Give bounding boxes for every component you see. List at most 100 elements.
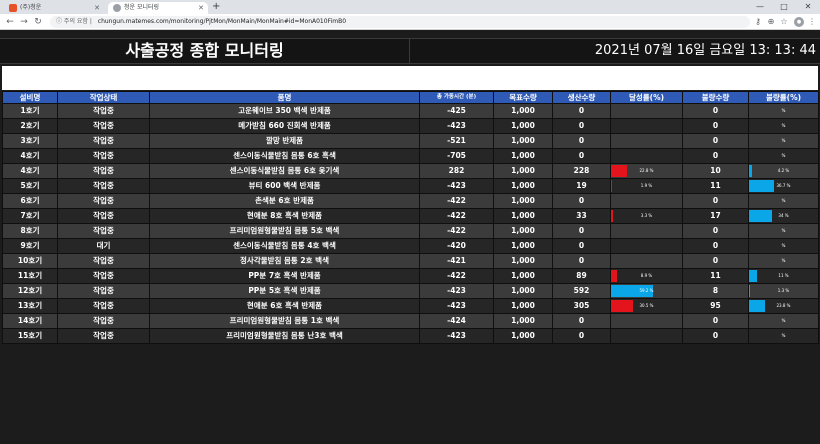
runtime-cell: -422 [419, 193, 494, 209]
product-name-cell: 프리미엄원형물받침 몸통 5호 백색 [149, 223, 420, 239]
runtime-cell: -421 [419, 253, 494, 269]
close-icon[interactable]: ✕ [94, 2, 100, 14]
product-name-cell: 메가받침 660 진회색 반제품 [149, 118, 420, 134]
achievement-rate-cell [610, 118, 683, 134]
close-window-icon[interactable]: ✕ [796, 0, 820, 14]
achievement-label: 8.9 % [640, 273, 653, 278]
defect-rate-label: 11 % [778, 273, 789, 278]
defect-rate-label: % [781, 108, 786, 113]
defect-qty-cell: 0 [682, 223, 749, 239]
profile-avatar[interactable]: ● [794, 17, 804, 27]
achievement-rate-cell [610, 238, 683, 254]
achievement-rate-cell: 59.2 % [610, 283, 683, 299]
achievement-label: 1.9 % [640, 183, 653, 188]
runtime-cell: -422 [419, 223, 494, 239]
runtime-cell: -423 [419, 118, 494, 134]
defect-qty-cell: 17 [682, 208, 749, 224]
machine-name-cell: 5호기 [2, 178, 58, 194]
runtime-cell: -423 [419, 178, 494, 194]
tab-monitoring[interactable]: 청운 모니터링 ✕ [108, 2, 208, 14]
table-row: 14호기 작업중 프리미엄원형물받침 몸통 1호 백색 -424 1,000 0 0% [2, 313, 819, 329]
defect-rate-label: % [781, 138, 786, 143]
defect-qty-cell: 10 [682, 163, 749, 179]
produced-qty-cell: 19 [552, 178, 611, 194]
table-body: 1호기 작업중 고운웨이브 350 백색 반제품 -425 1,000 0 0% 2호기 작업중… [2, 103, 819, 344]
produced-qty-cell: 0 [552, 253, 611, 269]
table-row: 12호기 작업중 PP분 5호 흑색 반제품 -423 1,000 592 59.2 % 8 1… [2, 283, 819, 299]
defect-qty-cell: 11 [682, 268, 749, 284]
machine-name-cell: 7호기 [2, 208, 58, 224]
status-cell: 작업중 [57, 313, 150, 329]
forward-icon[interactable]: → [18, 15, 30, 29]
table-header-row: 설비명 작업상태 품명 총 가동시간 (분) 목표수량 생산수량 달성률(%) … [2, 91, 819, 104]
achievement-bar [611, 300, 633, 312]
product-name-cell: 센스이동식물받침 몸통 6호 옻기색 [149, 163, 420, 179]
target-qty-cell: 1,000 [493, 283, 553, 299]
page-header: 사출공정 종합 모니터링 2021년 07월 16일 금요일 13: 13: 4… [0, 38, 820, 64]
machine-name-cell: 9호기 [2, 238, 58, 254]
achievement-label: 30.5 % [639, 303, 654, 308]
product-name-cell: PP분 5호 흑색 반제품 [149, 283, 420, 299]
bookmark-star-icon[interactable]: ☆ [778, 15, 790, 29]
defect-rate-cell: % [748, 118, 819, 134]
status-cell: 작업중 [57, 253, 150, 269]
produced-qty-cell: 0 [552, 328, 611, 344]
table-row: 8호기 작업중 프리미엄원형물받침 몸통 5호 백색 -422 1,000 0 0% [2, 223, 819, 239]
blank-banner [2, 66, 818, 90]
column-header: 불량률(%) [748, 91, 819, 104]
security-warning[interactable]: ⓘ 주의 요함 | [56, 18, 92, 25]
defect-rate-label: % [781, 318, 786, 323]
defect-qty-cell: 0 [682, 238, 749, 254]
zoom-icon[interactable]: ⊕ [765, 15, 777, 29]
status-cell: 작업중 [57, 118, 150, 134]
key-icon[interactable]: ⚷ [752, 15, 764, 29]
defect-qty-cell: 95 [682, 298, 749, 314]
defect-rate-bar [749, 300, 766, 312]
defect-rate-label: 36.7 % [776, 183, 791, 188]
defect-rate-cell: 4.2 % [748, 163, 819, 179]
status-cell: 작업중 [57, 148, 150, 164]
close-icon[interactable]: ✕ [198, 2, 204, 14]
menu-kebab-icon[interactable]: ⋮ [806, 15, 818, 29]
produced-qty-cell: 33 [552, 208, 611, 224]
defect-qty-cell: 0 [682, 313, 749, 329]
runtime-cell: -422 [419, 208, 494, 224]
new-tab-button[interactable]: + [212, 1, 220, 13]
maximize-icon[interactable]: □ [772, 0, 796, 14]
machine-name-cell: 6호기 [2, 193, 58, 209]
table-row: 6호기 작업중 촌색분 6호 반제품 -422 1,000 0 0% [2, 193, 819, 209]
minimize-icon[interactable]: — [748, 0, 772, 14]
back-icon[interactable]: ← [4, 15, 16, 29]
table-row: 10호기 작업중 정사각물받침 몸통 2호 백색 -421 1,000 0 0% [2, 253, 819, 269]
tab-chungun[interactable]: (주)청운 ✕ [4, 2, 104, 14]
status-cell: 작업중 [57, 208, 150, 224]
machine-name-cell: 15호기 [2, 328, 58, 344]
achievement-bar [611, 180, 613, 192]
table-row: 2호기 작업중 메가받침 660 진회색 반제품 -423 1,000 0 0% [2, 118, 819, 134]
target-qty-cell: 1,000 [493, 118, 553, 134]
target-qty-cell: 1,000 [493, 163, 553, 179]
defect-rate-cell: % [748, 148, 819, 164]
product-name-cell: PP분 7호 흑색 반제품 [149, 268, 420, 284]
defect-rate-label: 34 % [778, 213, 789, 218]
monitoring-table: 설비명 작업상태 품명 총 가동시간 (분) 목표수량 생산수량 달성률(%) … [2, 91, 819, 344]
address-bar[interactable]: ⓘ 주의 요함 | chungun.matemes.com/monitoring… [50, 16, 750, 28]
defect-rate-label: % [781, 228, 786, 233]
produced-qty-cell: 0 [552, 223, 611, 239]
achievement-label: 59.2 % [639, 288, 654, 293]
table-row: 7호기 작업중 현애분 8호 흑색 반제품 -422 1,000 33 3.3 % 17 34 … [2, 208, 819, 224]
produced-qty-cell: 0 [552, 313, 611, 329]
column-header: 품명 [149, 91, 420, 104]
defect-rate-bar [749, 210, 773, 222]
table-row: 9호기 대기 센스이동식물받침 몸통 4호 백색 -420 1,000 0 0% [2, 238, 819, 254]
achievement-rate-cell: 8.9 % [610, 268, 683, 284]
achievement-rate-cell: 22.8 % [610, 163, 683, 179]
machine-name-cell: 11호기 [2, 268, 58, 284]
reload-icon[interactable]: ↻ [32, 15, 44, 29]
defect-qty-cell: 0 [682, 118, 749, 134]
defect-rate-cell: % [748, 133, 819, 149]
product-name-cell: 깔망 반제품 [149, 133, 420, 149]
achievement-rate-cell [610, 328, 683, 344]
runtime-cell: 282 [419, 163, 494, 179]
runtime-cell: -420 [419, 238, 494, 254]
